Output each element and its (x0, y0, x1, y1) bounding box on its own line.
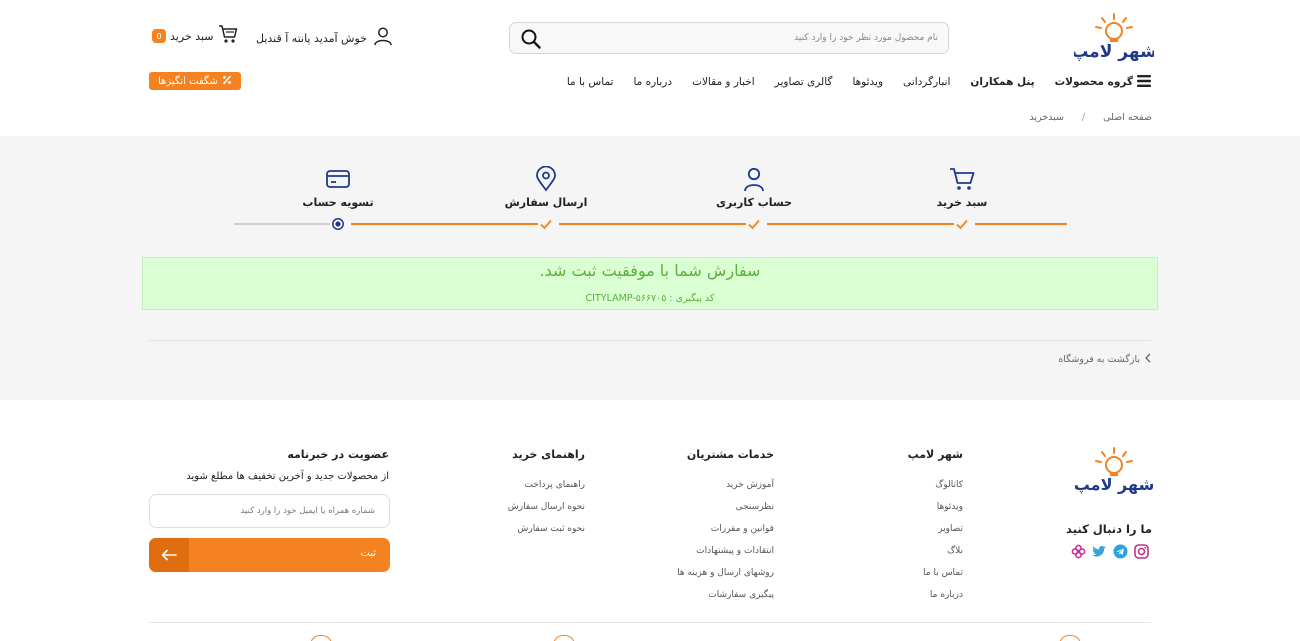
search-bar (509, 22, 949, 54)
step-remaining-line (234, 223, 330, 225)
footer-link[interactable]: کاتالوگ (908, 474, 963, 496)
location-pin-icon (486, 166, 606, 192)
step-label: سبد خرید (936, 196, 988, 209)
tracking-code: کد پیگیری : CITYLAMP-۵۶۶۷۰۵ (585, 293, 715, 304)
percent-icon (222, 75, 232, 88)
divider (149, 340, 1151, 341)
follow-us-title: ما را دنبال کنید (1066, 522, 1152, 536)
order-success-alert: سفارش شما با موفقیت ثبت شد. کد پیگیری : … (142, 257, 1158, 310)
cart-icon (902, 166, 1022, 192)
footer-link[interactable]: انتقادات و پیشنهادات (677, 540, 774, 562)
newsletter-subtitle: از محصولات جدید و آخرین تخفیف ها مطلع شو… (186, 471, 389, 482)
arrow-left-icon (149, 538, 189, 572)
cart-label: سبد خرید (170, 29, 214, 43)
current-step-dot-icon (331, 216, 345, 230)
breadcrumb-home[interactable]: صفحه اصلی (1103, 112, 1152, 123)
success-title: سفارش شما با موفقیت ثبت شد. (539, 261, 761, 280)
chevron-left-icon (1144, 353, 1152, 366)
credit-card-icon (278, 166, 398, 192)
check-icon (747, 216, 761, 230)
step-label: ارسال سفارش (504, 196, 588, 209)
footer-column-title: خدمات مشتریان (686, 448, 774, 461)
footer-link[interactable]: پیگیری سفارشات (677, 584, 774, 606)
breadcrumb-current: سبدخرید (1029, 112, 1064, 123)
footer-link[interactable]: قوانین و مقررات (677, 518, 774, 540)
newsletter-submit-label: ثبت (360, 548, 376, 559)
check-icon (955, 216, 969, 230)
step-label: تسویه حساب (302, 196, 374, 209)
step-progress-line (559, 223, 746, 225)
twitter-icon[interactable] (1092, 544, 1107, 559)
flower-icon[interactable] (1071, 544, 1086, 559)
telegram-icon[interactable] (1113, 544, 1128, 559)
newsletter-input[interactable] (150, 495, 389, 527)
user-icon (373, 26, 393, 50)
nav-inventory[interactable]: انبارگردانی (903, 76, 950, 88)
nav-contact[interactable]: تماس با ما (567, 76, 614, 88)
footer-column-purchase-guide: راهنمای خرید راهنمای پرداخت نحوه ارسال س… (508, 448, 585, 540)
footer-column-citylamp: شهر لامپ کاتالوگ ویدئوها تصاویر بلاگ تما… (908, 448, 963, 606)
nav-partners-panel[interactable]: پنل همکاران (970, 76, 1034, 88)
step-cart: سبد خرید (902, 166, 1022, 209)
main-nav: گروه محصولات پنل همکاران انبارگردانی وید… (567, 72, 1151, 92)
amazing-offers-button[interactable]: شگفت انگیزها (149, 72, 241, 90)
menu-icon (1137, 74, 1151, 91)
footer-column-title: راهنمای خرید (512, 448, 585, 461)
nav-videos[interactable]: ویدئوها (852, 76, 883, 88)
svg-text:شهر لامپ: شهر لامپ (1075, 475, 1153, 495)
footer-link[interactable]: روشهای ارسال و هزینه ها (677, 562, 774, 584)
footer-link[interactable]: نظرسنجی (677, 496, 774, 518)
newsletter-title: عضویت در خبرنامه (287, 448, 389, 461)
user-account-link[interactable]: خوش آمدید پانته آ قندیل (256, 27, 393, 49)
footer-divider (149, 622, 1151, 623)
user-greeting: خوش آمدید پانته آ قندیل (256, 31, 367, 45)
cart-link[interactable]: سبد خرید 0 (152, 24, 238, 48)
footer-link[interactable]: تصاویر (908, 518, 963, 540)
user-icon (694, 166, 814, 192)
breadcrumb: صفحه اصلی / سبدخرید (1029, 112, 1152, 123)
footer-link[interactable]: بلاگ (908, 540, 963, 562)
nav-gallery[interactable]: گالری تصاویر (775, 76, 833, 88)
footer-column-customer-services: خدمات مشتریان آموزش خرید نظرسنجی قوانین … (677, 448, 774, 606)
search-input[interactable] (558, 29, 938, 47)
check-icon (539, 216, 553, 230)
instagram-icon[interactable] (1134, 544, 1149, 559)
site-logo[interactable]: شهر لامپ (1071, 12, 1157, 64)
nav-articles[interactable]: اخبار و مقالات (692, 76, 755, 88)
step-shipping: ارسال سفارش (486, 166, 606, 209)
newsletter-submit-button[interactable]: ثبت (149, 538, 390, 572)
footer-logo[interactable]: شهر لامپ (1074, 446, 1154, 496)
breadcrumb-separator: / (1081, 112, 1086, 123)
nav-product-groups[interactable]: گروه محصولات (1055, 74, 1151, 91)
social-links (1071, 544, 1149, 559)
svg-text:شهر لامپ: شهر لامپ (1074, 42, 1154, 62)
step-label: حساب کاربری (715, 196, 793, 209)
step-payment: تسویه حساب (278, 166, 398, 209)
promo-label: شگفت انگیزها (158, 75, 218, 87)
step-progress-line (767, 223, 954, 225)
back-to-shop-link[interactable]: بازگشت به فروشگاه (1058, 353, 1152, 366)
footer-link[interactable]: آموزش خرید (677, 474, 774, 496)
step-progress-line (351, 223, 538, 225)
footer-column-title: شهر لامپ (907, 448, 963, 461)
footer-link[interactable]: ویدئوها (908, 496, 963, 518)
step-progress-line (975, 223, 1067, 225)
footer-link[interactable]: نحوه ارسال سفارش (508, 496, 585, 518)
footer-link[interactable]: نحوه ثبت سفارش (508, 518, 585, 540)
footer-link[interactable]: راهنمای پرداخت (508, 474, 585, 496)
newsletter-field (149, 494, 390, 528)
cart-icon (218, 24, 238, 48)
footer-link[interactable]: درباره ما (908, 584, 963, 606)
search-icon[interactable] (520, 28, 542, 50)
nav-about[interactable]: درباره ما (633, 76, 672, 88)
footer-link[interactable]: تماس با ما (908, 562, 963, 584)
cart-count-badge: 0 (152, 29, 166, 43)
step-account: حساب کاربری (694, 166, 814, 209)
